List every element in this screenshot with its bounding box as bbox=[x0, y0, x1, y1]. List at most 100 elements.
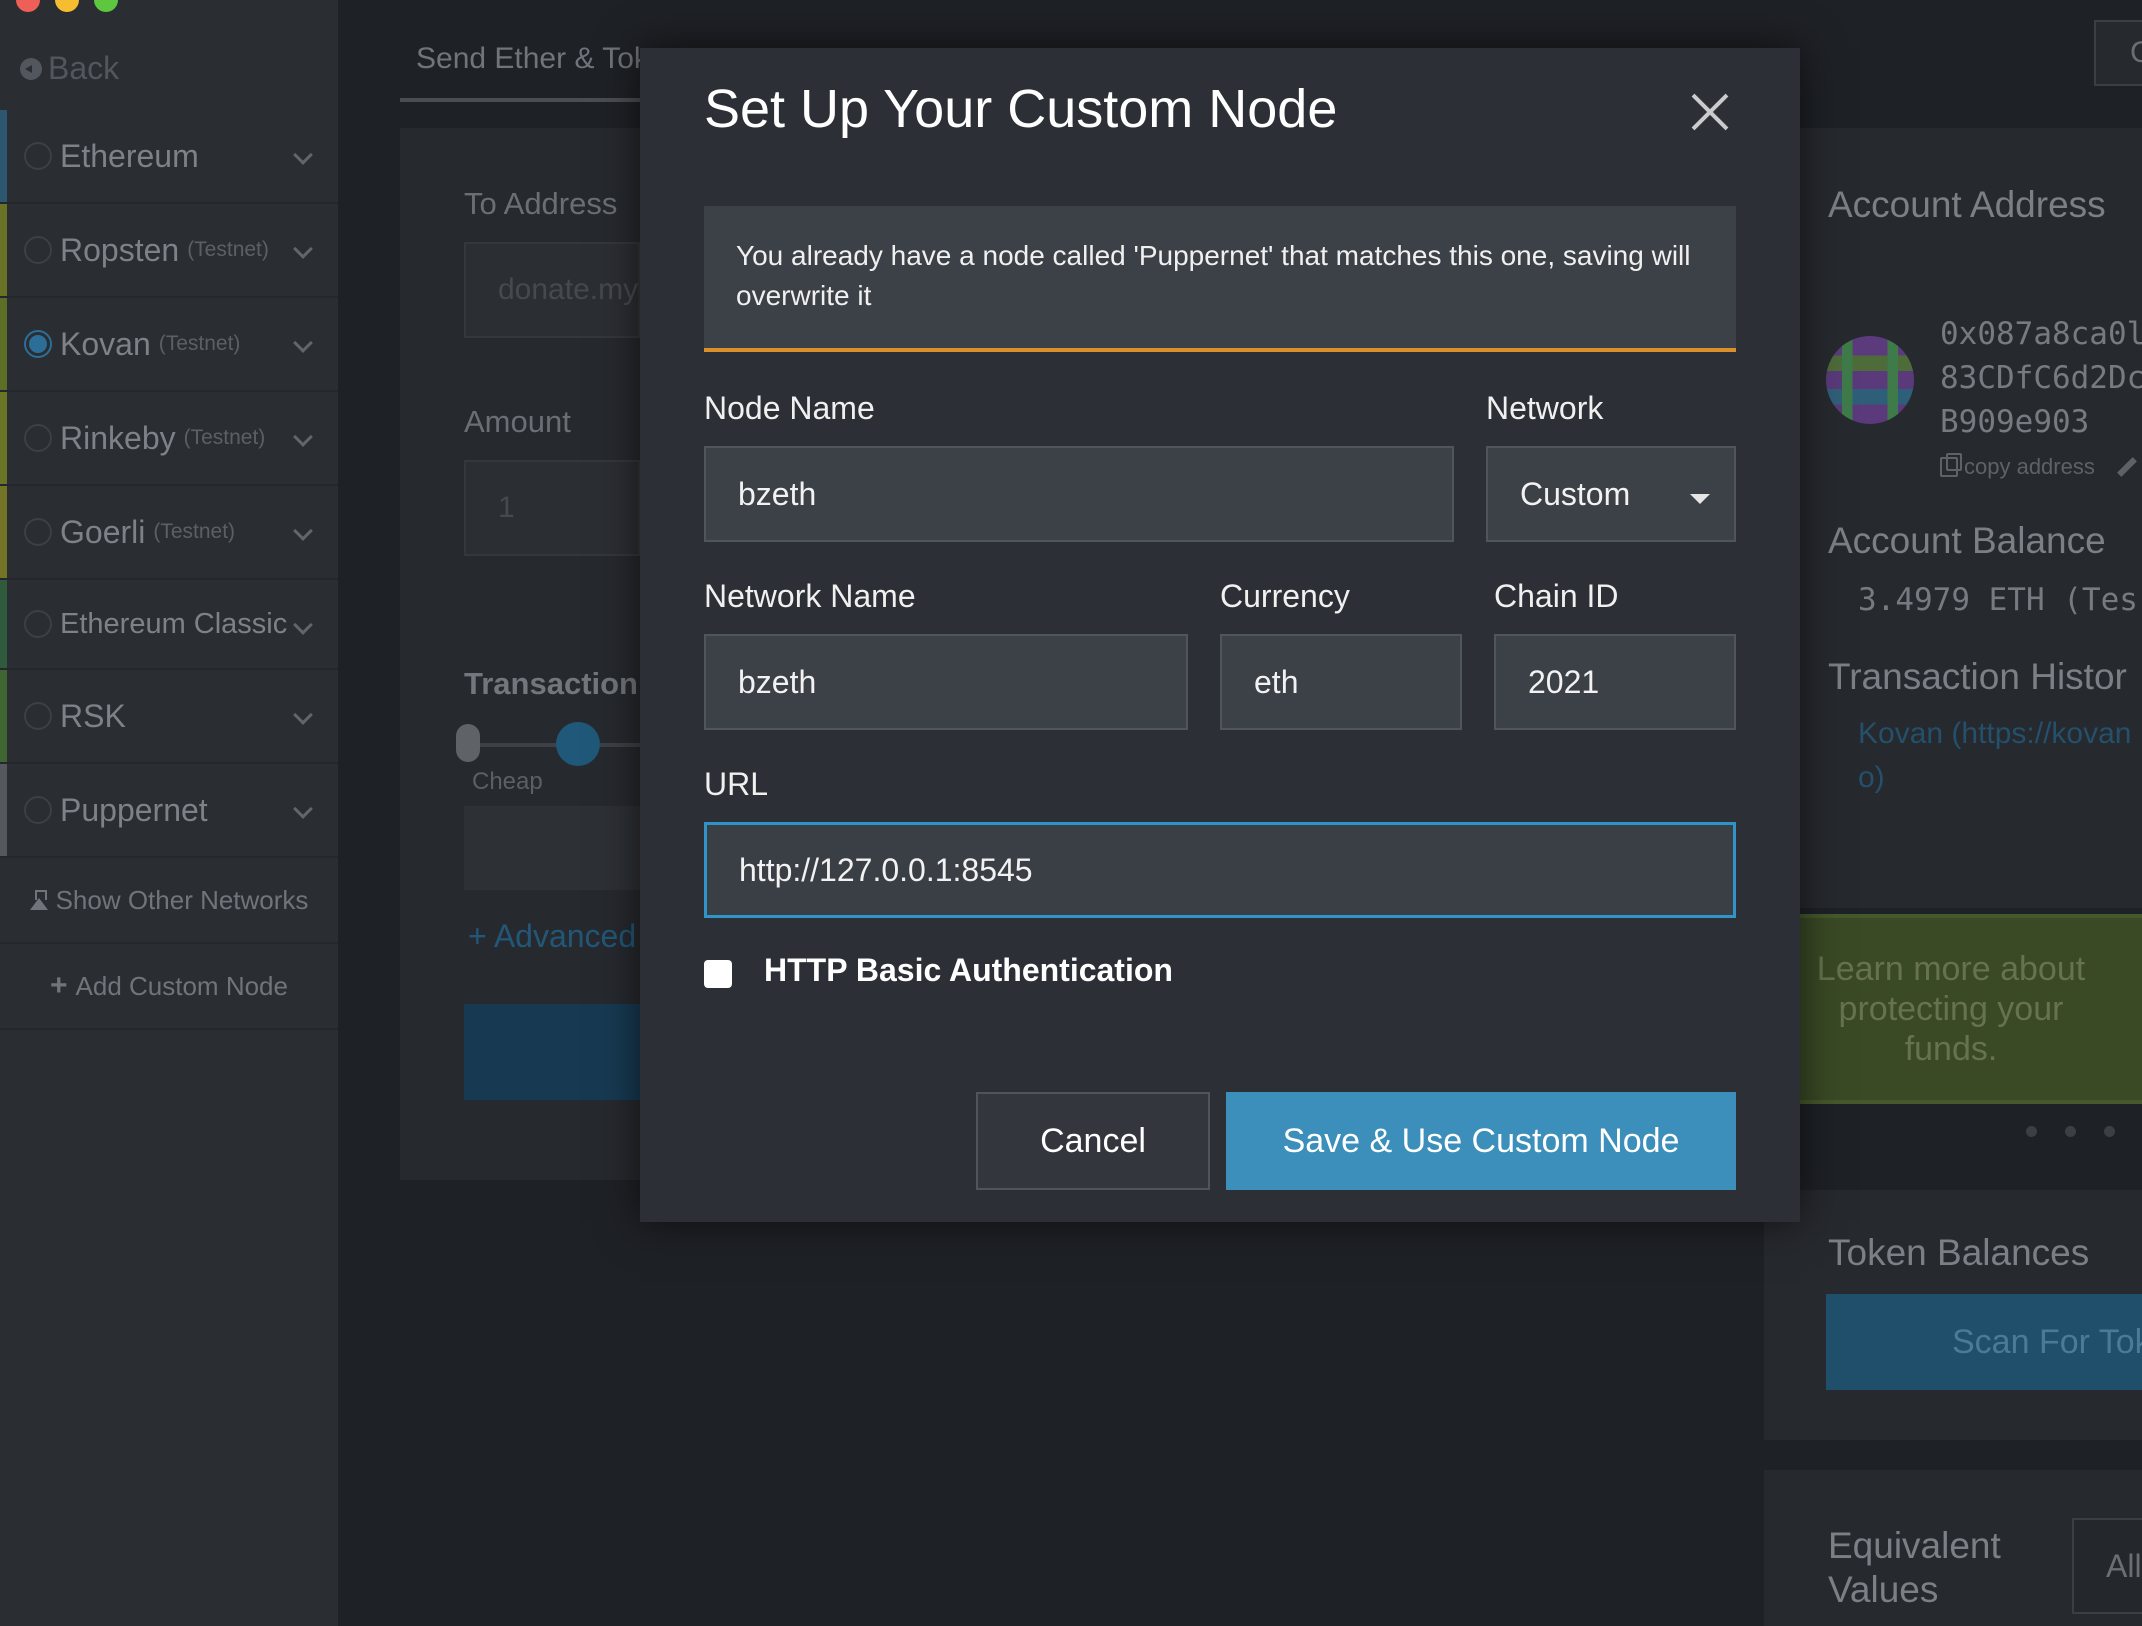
url-input[interactable]: http://127.0.0.1:8545 bbox=[704, 822, 1736, 918]
network-item-goerli[interactable]: Goerli (Testnet) bbox=[0, 486, 338, 580]
equivalent-values-label: Equivalent Values bbox=[1828, 1525, 2001, 1610]
currency-input[interactable]: eth bbox=[1220, 634, 1462, 730]
network-name: Puppernet bbox=[60, 791, 208, 828]
close-icon[interactable] bbox=[1690, 92, 1730, 132]
network-radio[interactable] bbox=[24, 796, 52, 824]
flask-icon bbox=[29, 890, 48, 910]
network-name: Ropsten bbox=[60, 231, 180, 268]
account-address-line-2: 83CDfC6d2Dc bbox=[1940, 360, 2142, 396]
tx-link-line-2: o) bbox=[1858, 761, 1885, 794]
save-custom-node-button[interactable]: Save & Use Custom Node bbox=[1226, 1092, 1736, 1190]
network-tag: (Testnet) bbox=[158, 332, 241, 355]
cancel-button[interactable]: Cancel bbox=[976, 1092, 1210, 1190]
transaction-history-link[interactable]: Kovan (https://kovan o) bbox=[1858, 712, 2132, 800]
network-radio[interactable] bbox=[24, 518, 52, 546]
add-custom-node-label: Add Custom Node bbox=[75, 970, 288, 1001]
chevron-down-icon[interactable] bbox=[293, 615, 313, 635]
scan-tokens-button[interactable]: Scan For Tok bbox=[1826, 1294, 2142, 1390]
network-color-bar bbox=[0, 764, 7, 856]
network-radio-selected[interactable] bbox=[24, 330, 52, 358]
promo-text: Learn more about protecting your funds. bbox=[1816, 950, 2086, 1068]
network-select[interactable]: Custom bbox=[1486, 446, 1736, 542]
warning-message: You already have a node called 'Pupperne… bbox=[704, 206, 1736, 352]
chevron-down-icon[interactable] bbox=[293, 333, 313, 353]
network-item-puppernet[interactable]: Puppernet bbox=[0, 764, 338, 858]
chevron-down-icon[interactable] bbox=[293, 705, 313, 725]
send-button[interactable] bbox=[464, 1004, 640, 1100]
chevron-down-icon[interactable] bbox=[293, 427, 313, 447]
fee-display bbox=[464, 806, 640, 890]
to-address-label: To Address bbox=[464, 186, 618, 221]
network-radio[interactable] bbox=[24, 142, 52, 170]
chain-id-input[interactable]: 2021 bbox=[1494, 634, 1736, 730]
network-item-rinkeby[interactable]: Rinkeby (Testnet) bbox=[0, 392, 338, 486]
transaction-history-label: Transaction Histor bbox=[1828, 656, 2127, 697]
copy-icon bbox=[1940, 453, 1962, 477]
fee-slider-min bbox=[456, 724, 480, 762]
network-color-bar bbox=[0, 204, 7, 296]
network-label: Network bbox=[1486, 390, 1604, 426]
network-item-ethereum-classic[interactable]: Ethereum Classic bbox=[0, 580, 338, 670]
network-radio[interactable] bbox=[24, 702, 52, 730]
network-color-bar bbox=[0, 392, 7, 484]
http-auth-label[interactable]: HTTP Basic Authentication bbox=[764, 952, 1173, 989]
carousel-dots[interactable] bbox=[2026, 1126, 2115, 1137]
url-label: URL bbox=[704, 766, 769, 802]
network-name: Kovan bbox=[60, 325, 151, 362]
tab-underline bbox=[400, 98, 640, 102]
fee-slider-track[interactable] bbox=[468, 743, 640, 747]
amount-input[interactable]: 1 bbox=[464, 460, 640, 556]
tx-link-line-1: Kovan (https://kovan bbox=[1858, 717, 2132, 750]
network-color-bar bbox=[0, 298, 7, 390]
add-custom-node-link[interactable]: + Add Custom Node bbox=[0, 944, 338, 1030]
all-button[interactable]: All bbox=[2072, 1518, 2142, 1614]
maximize-window-button[interactable] bbox=[94, 0, 118, 12]
promo-banner[interactable]: Learn more about protecting your funds. bbox=[1800, 914, 2142, 1104]
network-select-value: Custom bbox=[1520, 475, 1631, 512]
network-item-ethereum[interactable]: Ethereum bbox=[0, 110, 338, 204]
chevron-down-icon[interactable] bbox=[293, 799, 313, 819]
to-address-input[interactable]: donate.my bbox=[464, 242, 640, 338]
network-item-rsk[interactable]: RSK bbox=[0, 670, 338, 764]
show-other-networks-label: Show Other Networks bbox=[55, 884, 309, 915]
network-tag: (Testnet) bbox=[153, 520, 236, 543]
copy-address-label: copy address bbox=[1964, 454, 2095, 479]
network-radio[interactable] bbox=[24, 236, 52, 264]
account-balance-label: Account Balance bbox=[1828, 520, 2106, 561]
chevron-down-icon[interactable] bbox=[293, 145, 313, 165]
fee-slider-handle[interactable] bbox=[556, 722, 600, 766]
network-name-label: Network Name bbox=[704, 578, 916, 614]
account-balance-value: 3.4979 ETH (Tes bbox=[1858, 582, 2138, 618]
account-identicon bbox=[1826, 336, 1914, 424]
minimize-window-button[interactable] bbox=[55, 0, 79, 12]
network-radio[interactable] bbox=[24, 424, 52, 452]
tab-send[interactable]: Send Ether & Tok bbox=[416, 42, 649, 76]
account-address-label: Account Address bbox=[1828, 184, 2106, 225]
account-address-line-3: B909e903 bbox=[1940, 404, 2090, 440]
token-balances-label: Token Balances bbox=[1828, 1232, 2090, 1273]
show-other-networks-link[interactable]: Show Other Networks bbox=[0, 858, 338, 944]
network-name: Ethereum Classic bbox=[60, 607, 288, 640]
back-button[interactable]: Back bbox=[20, 50, 119, 87]
network-name: Goerli bbox=[60, 513, 146, 550]
modal-title: Set Up Your Custom Node bbox=[704, 79, 1338, 139]
network-color-bar bbox=[0, 670, 7, 762]
chevron-down-icon[interactable] bbox=[293, 239, 313, 259]
network-radio[interactable] bbox=[24, 610, 52, 638]
network-item-kovan[interactable]: Kovan (Testnet) bbox=[0, 298, 338, 392]
network-item-ropsten[interactable]: Ropsten (Testnet) bbox=[0, 204, 338, 298]
custom-node-modal: Set Up Your Custom Node You already have… bbox=[640, 48, 1800, 1222]
cheap-label: Cheap bbox=[472, 768, 543, 795]
http-auth-checkbox[interactable] bbox=[704, 960, 732, 988]
node-name-input[interactable]: bzeth bbox=[704, 446, 1454, 542]
network-color-bar bbox=[0, 110, 7, 202]
copy-address-button[interactable]: copy address bbox=[1940, 453, 2095, 480]
close-window-button[interactable] bbox=[16, 0, 40, 12]
top-right-button[interactable]: C bbox=[2094, 20, 2142, 86]
transaction-fee-label: Transaction bbox=[464, 666, 638, 701]
network-name-input[interactable]: bzeth bbox=[704, 634, 1188, 730]
network-tag: (Testnet) bbox=[183, 426, 266, 449]
advanced-link[interactable]: + Advanced bbox=[468, 918, 636, 955]
chevron-down-icon[interactable] bbox=[293, 521, 313, 541]
currency-label: Currency bbox=[1220, 578, 1350, 614]
